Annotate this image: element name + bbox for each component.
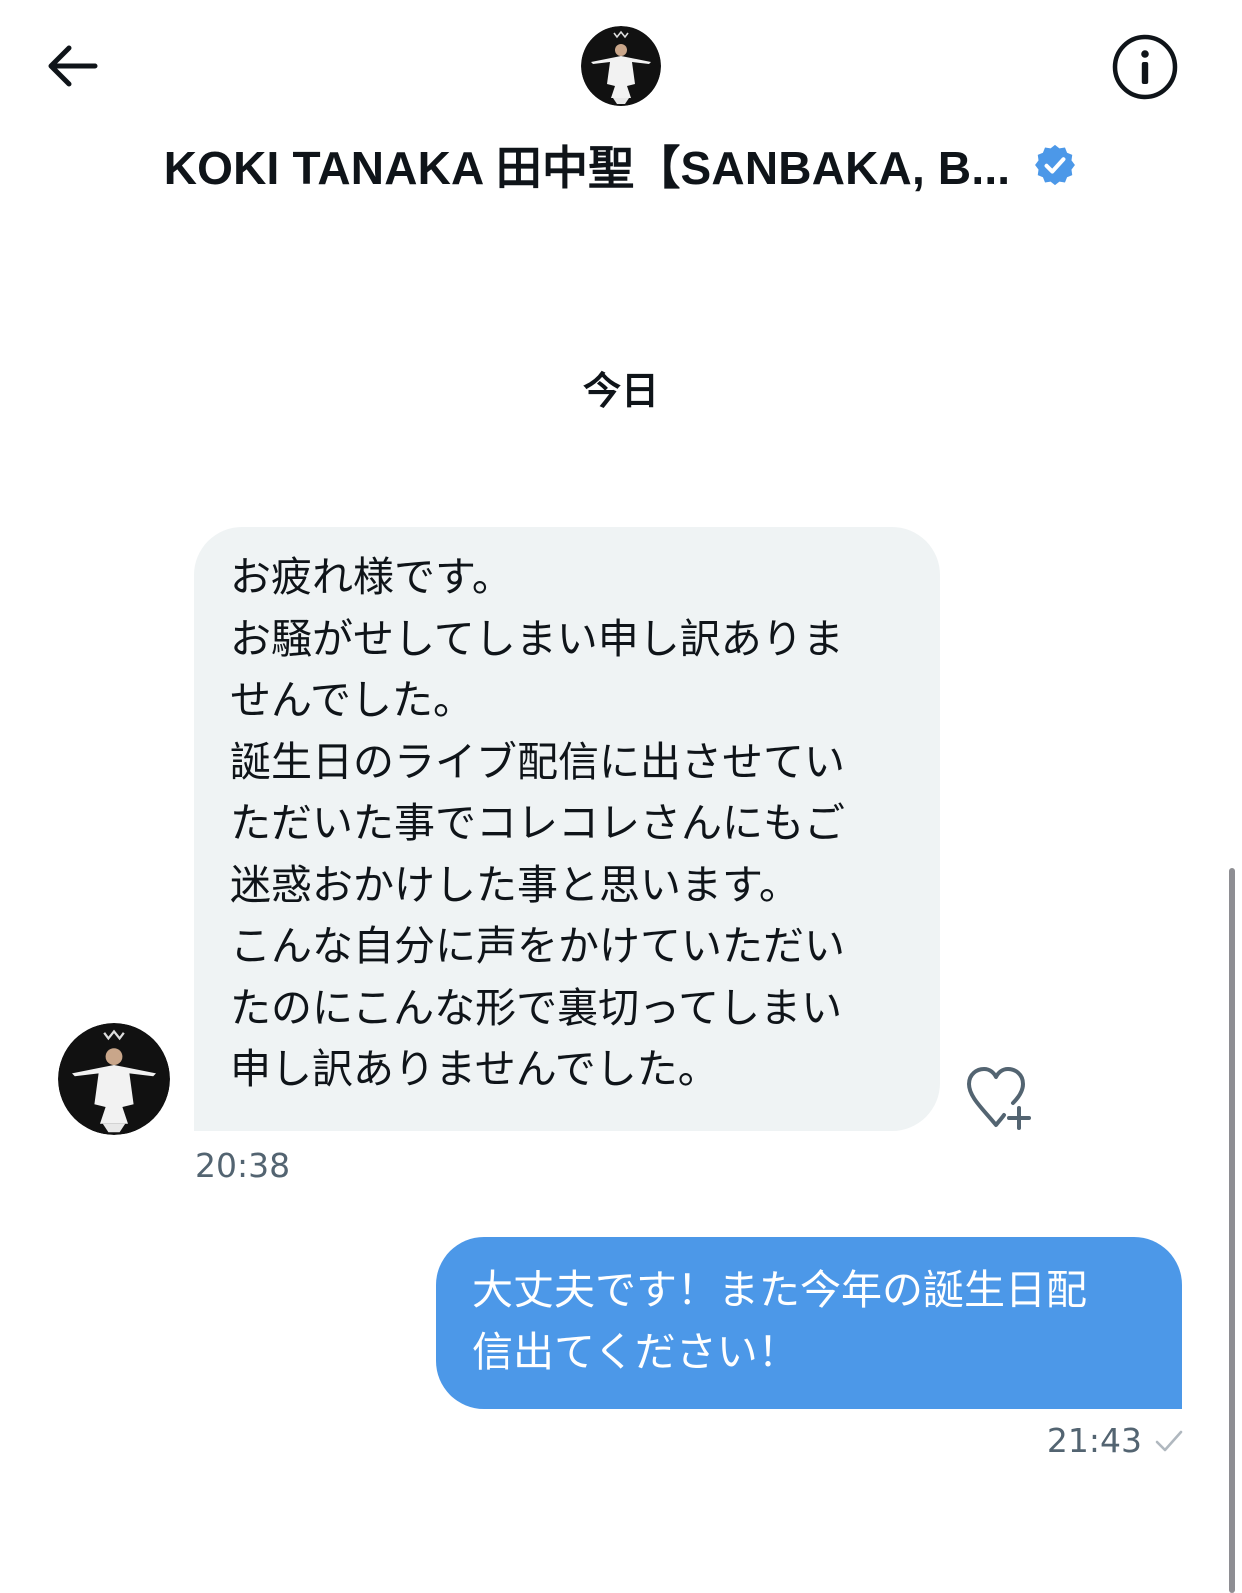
conversation-title: KOKI TANAKA 田中聖【SANBAKA, B... [163, 142, 1011, 194]
heart-plus-icon [967, 1067, 1031, 1130]
received-message-bubble[interactable]: お疲れ様です。 お騒がせしてしまい申し訳ありま せんでした。 誕生日のライブ配信… [194, 527, 940, 1131]
sent-message-meta: 21:43 [1047, 1421, 1186, 1460]
info-icon [1112, 34, 1178, 100]
user-avatar-image [581, 26, 661, 106]
arrow-left-icon [48, 45, 98, 87]
back-button[interactable] [40, 38, 104, 94]
sent-check-icon [1155, 1430, 1183, 1451]
verified-badge-icon [1035, 144, 1076, 186]
sender-avatar[interactable] [58, 1023, 170, 1135]
user-avatar-image [58, 1023, 170, 1135]
scrollbar[interactable] [1229, 868, 1235, 1593]
header-avatar[interactable] [581, 26, 661, 106]
sent-message-bubble[interactable]: 大丈夫です！また今年の誕生日配 信出てください！ [436, 1237, 1182, 1409]
react-button[interactable] [963, 1065, 1037, 1131]
date-separator: 今日 [582, 369, 659, 413]
message-timestamp: 20:38 [195, 1146, 291, 1185]
message-timestamp: 21:43 [1046, 1421, 1142, 1460]
conversation-title-row[interactable]: KOKI TANAKA 田中聖【SANBAKA, B... [0, 135, 1242, 195]
info-button[interactable] [1112, 34, 1178, 100]
